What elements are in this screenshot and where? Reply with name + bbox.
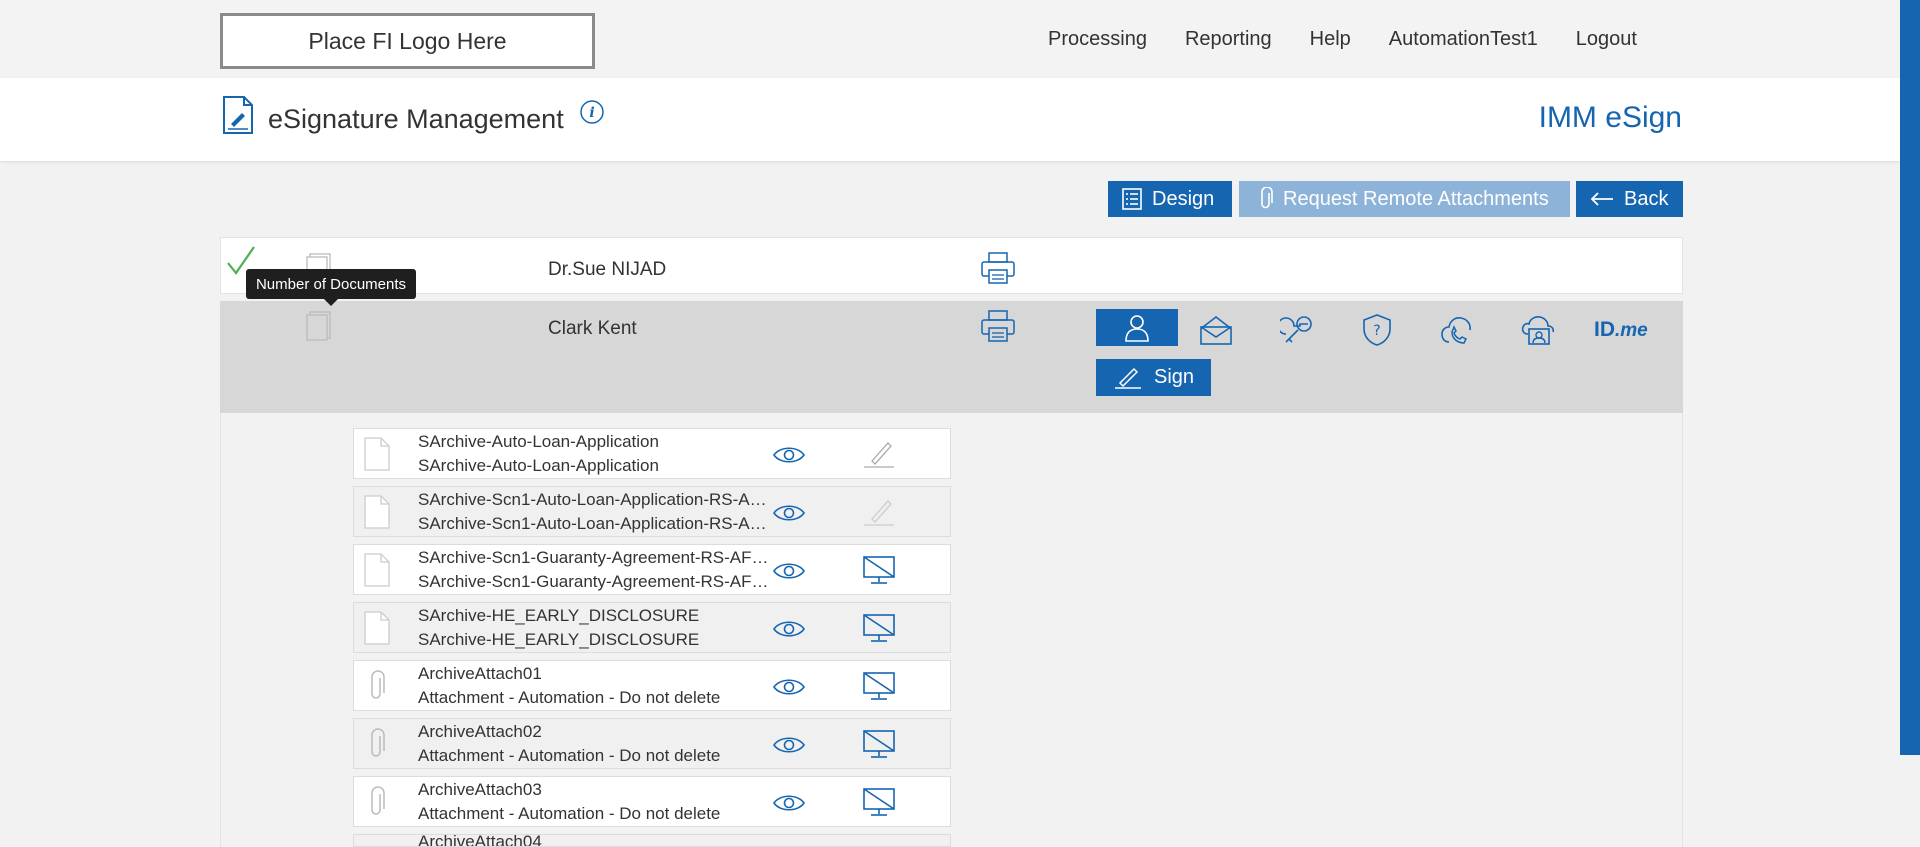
email-icon[interactable] xyxy=(1199,315,1233,345)
document-row[interactable]: SArchive-HE_EARLY_DISCLOSURE SArchive-HE… xyxy=(353,602,951,653)
key-icon[interactable] xyxy=(1280,314,1314,346)
signature-pen-icon[interactable] xyxy=(862,439,896,469)
attachment-description: Attachment - Automation - Do not delete xyxy=(418,746,721,765)
cloud-id-icon[interactable] xyxy=(1520,314,1556,346)
no-display-icon[interactable] xyxy=(862,671,896,701)
sign-button[interactable]: Sign xyxy=(1096,359,1211,396)
info-icon[interactable]: i xyxy=(580,100,604,124)
printer-icon[interactable] xyxy=(981,310,1015,342)
paperclip-icon xyxy=(371,728,385,757)
nav-processing[interactable]: Processing xyxy=(1048,28,1147,51)
signer-name: Dr.Sue NIJAD xyxy=(548,259,667,280)
eye-icon[interactable] xyxy=(772,618,806,640)
brand-title: IMM eSign xyxy=(1538,101,1682,134)
documents-count-icon[interactable] xyxy=(306,311,332,341)
printer-icon[interactable] xyxy=(981,252,1015,284)
idme-id-text: ID xyxy=(1594,318,1615,341)
scrollbar[interactable] xyxy=(1900,0,1920,755)
signer-row[interactable] xyxy=(220,237,1683,294)
document-row[interactable]: SArchive-Scn1-Auto-Loan-Application-RS-A… xyxy=(353,486,951,537)
attachment-name: ArchiveAttach04 xyxy=(418,834,542,847)
document-name: SArchive-Scn1-Guaranty-Agreement-RS-AFE-… xyxy=(418,548,770,567)
document-icon xyxy=(364,611,390,645)
no-display-icon[interactable] xyxy=(862,555,896,585)
no-display-icon[interactable] xyxy=(862,787,896,817)
request-label: Request Remote Attachments xyxy=(1283,187,1549,210)
top-nav: Processing Reporting Help AutomationTest… xyxy=(1048,28,1637,51)
attachment-row[interactable]: ArchiveAttach01 Attachment - Automation … xyxy=(353,660,951,711)
arrow-left-icon xyxy=(1590,192,1613,206)
document-name: SArchive-HE_EARLY_DISCLOSURE xyxy=(418,606,700,625)
sign-label: Sign xyxy=(1154,366,1195,388)
design-list-icon xyxy=(1122,188,1142,210)
eye-icon[interactable] xyxy=(772,676,806,698)
design-label: Design xyxy=(1152,187,1215,210)
idme-me-text: .me xyxy=(1615,320,1648,341)
paperclip-icon xyxy=(371,670,385,699)
logo-text: Place FI Logo Here xyxy=(308,27,507,54)
attachment-row[interactable]: ArchiveAttach02 Attachment - Automation … xyxy=(353,718,951,769)
back-button[interactable]: Back xyxy=(1576,181,1683,217)
eye-icon[interactable] xyxy=(772,560,806,582)
in-person-icon xyxy=(1125,314,1149,342)
fi-logo: Place FI Logo Here xyxy=(220,13,595,69)
document-row[interactable]: SArchive-Auto-Loan-Application SArchive-… xyxy=(353,428,951,479)
attachment-name: ArchiveAttach03 xyxy=(418,780,542,799)
document-icon xyxy=(364,553,390,587)
document-row[interactable]: SArchive-Scn1-Guaranty-Agreement-RS-AFE-… xyxy=(353,544,951,595)
nav-user[interactable]: AutomationTest1 xyxy=(1389,28,1538,51)
svg-text:?: ? xyxy=(1373,323,1380,339)
phone-icon[interactable] xyxy=(1440,314,1474,346)
attachment-row[interactable]: ArchiveAttach03 Attachment - Automation … xyxy=(353,776,951,827)
signature-pen-disabled-icon xyxy=(864,500,894,526)
idme-logo[interactable]: ID.me xyxy=(1594,318,1648,342)
request-remote-attachments-button[interactable]: Request Remote Attachments xyxy=(1239,181,1570,217)
paperclip-icon xyxy=(371,786,385,815)
attachment-name: ArchiveAttach01 xyxy=(418,664,542,683)
back-label: Back xyxy=(1624,187,1669,210)
tooltip: Number of Documents xyxy=(246,269,416,306)
signer-name: Clark Kent xyxy=(548,318,637,339)
document-icon xyxy=(364,437,390,471)
eye-icon[interactable] xyxy=(772,502,806,524)
document-name: SArchive-Auto-Loan-Application xyxy=(418,432,659,451)
eye-icon[interactable] xyxy=(772,444,806,466)
attachment-row[interactable]: ArchiveAttach04 xyxy=(353,834,951,847)
document-description: SArchive-HE_EARLY_DISCLOSURE xyxy=(418,630,700,649)
esignature-document-icon xyxy=(223,96,253,134)
nav-logout[interactable]: Logout xyxy=(1576,28,1637,51)
eye-icon[interactable] xyxy=(772,792,806,814)
nav-reporting[interactable]: Reporting xyxy=(1185,28,1272,51)
attachment-description: Attachment - Automation - Do not delete xyxy=(418,688,721,707)
paperclip-icon xyxy=(1261,187,1273,209)
nav-help[interactable]: Help xyxy=(1310,28,1351,51)
security-question-icon[interactable]: ? xyxy=(1361,313,1393,347)
pen-icon xyxy=(1115,367,1141,389)
document-description: SArchive-Auto-Loan-Application xyxy=(418,456,659,475)
attachment-name: ArchiveAttach02 xyxy=(418,722,542,741)
document-name: SArchive-Scn1-Auto-Loan-Application-RS-A… xyxy=(418,490,770,509)
attachment-description: Attachment - Automation - Do not delete xyxy=(418,804,721,823)
document-description: SArchive-Scn1-Guaranty-Agreement-RS-AFE-… xyxy=(418,572,770,591)
design-button[interactable]: Design xyxy=(1108,181,1232,217)
no-display-icon[interactable] xyxy=(862,729,896,759)
no-display-icon[interactable] xyxy=(862,613,896,643)
eye-icon[interactable] xyxy=(772,734,806,756)
document-icon xyxy=(364,495,390,529)
document-description: SArchive-Scn1-Auto-Loan-Application-RS-A… xyxy=(418,514,770,533)
svg-text:i: i xyxy=(589,105,594,121)
auth-in-person-button[interactable] xyxy=(1096,309,1178,346)
page-title: eSignature Management xyxy=(268,104,564,134)
